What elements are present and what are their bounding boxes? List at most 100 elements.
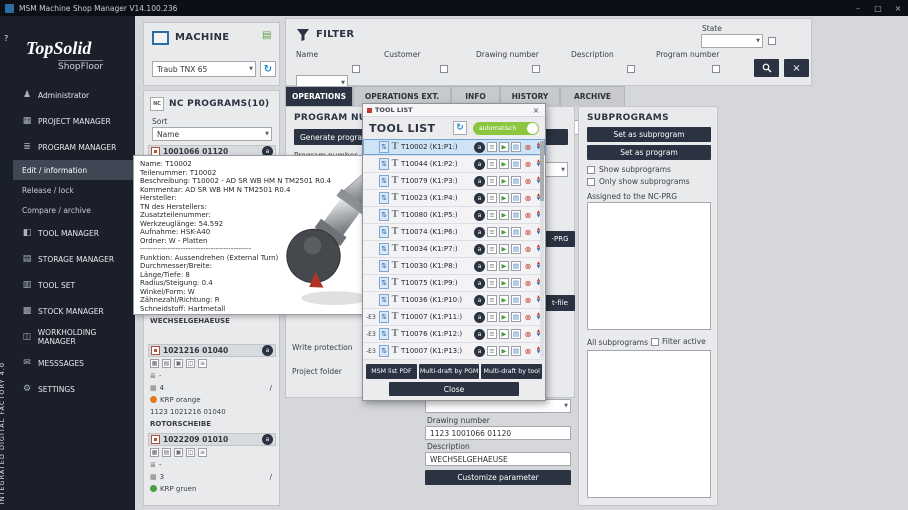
draft-icon[interactable]: ▶ <box>499 193 509 203</box>
remove-icon[interactable]: ⊗ <box>523 194 533 203</box>
draft-icon[interactable]: ▶ <box>499 159 509 169</box>
sync-icon[interactable]: a <box>262 434 273 445</box>
list-doc-icon[interactable]: ≡ <box>487 329 497 339</box>
info-doc-icon[interactable]: ▤ <box>511 210 521 220</box>
sidebar-item-workholding-manager[interactable]: ◫WORKHOLDING MANAGER <box>13 324 135 350</box>
clear-filter-button[interactable]: × <box>784 59 809 77</box>
tool-row[interactable]: ⇅TT10036 (K1:P10:)a≡▶▤⊗▲▼ <box>363 292 545 309</box>
multi-draft-by-tool-button[interactable]: Multi-draft by tool <box>481 364 542 379</box>
all-subprograms-listbox[interactable] <box>587 350 711 498</box>
program-item-header[interactable]: 1022209 01010 a <box>148 433 276 446</box>
sidebar-item-administrator[interactable]: ♟Administrator <box>13 82 135 108</box>
position-icon[interactable]: ⇅ <box>379 175 389 187</box>
position-icon[interactable]: ⇅ <box>379 345 389 357</box>
multi-draft-by-pgm-button[interactable]: Multi-draft by PGM <box>419 364 480 379</box>
print-icon[interactable]: ▣ <box>174 448 183 457</box>
sidebar-item-tool-set[interactable]: ▥TOOL SET <box>13 272 135 298</box>
tab-operations[interactable]: OPERATIONS <box>285 86 353 106</box>
doc-icon[interactable]: ▤ <box>162 448 171 457</box>
info-doc-icon[interactable]: ▤ <box>511 295 521 305</box>
sync-icon[interactable]: a <box>474 159 485 170</box>
set-as-program-button[interactable]: Set as program <box>587 145 711 160</box>
minimize-button[interactable]: – <box>848 0 868 16</box>
info-doc-icon[interactable]: ▤ <box>511 159 521 169</box>
filter-customer-checkbox[interactable] <box>440 65 448 73</box>
tool-row[interactable]: -E3⇅TT10007 (K1:P13:)a≡▶▤⊗▲▼ <box>363 343 545 360</box>
sidebar-item-program-manager[interactable]: ≣PROGRAM MANAGER <box>13 134 135 160</box>
sync-icon[interactable]: a <box>474 176 485 187</box>
sync-icon[interactable]: a <box>474 295 485 306</box>
remove-icon[interactable]: ⊗ <box>523 211 533 220</box>
draft-icon[interactable]: ▶ <box>499 329 509 339</box>
list-doc-icon[interactable]: ≡ <box>487 346 497 356</box>
sidebar-item-messages[interactable]: ✉MESSSAGES <box>13 350 135 376</box>
tool-list-refresh-button[interactable]: ↻ <box>453 121 467 135</box>
position-icon[interactable]: ⇅ <box>379 192 389 204</box>
info-doc-icon[interactable]: ▤ <box>511 193 521 203</box>
info-doc-icon[interactable]: ▤ <box>511 312 521 322</box>
info-doc-icon[interactable]: ▤ <box>511 176 521 186</box>
position-icon[interactable]: ⇅ <box>379 277 389 289</box>
dialog-close-icon[interactable]: × <box>531 106 541 115</box>
tool-row[interactable]: ⇅TT10002 (K1:P1:)a≡▶▤⊗▲▼ <box>363 139 545 156</box>
tool-row[interactable]: -E3⇅TT10076 (K1:P12:)a≡▶▤⊗▲▼ <box>363 326 545 343</box>
search-button[interactable] <box>754 59 779 77</box>
info-doc-icon[interactable]: ▤ <box>511 346 521 356</box>
assigned-listbox[interactable] <box>587 202 711 330</box>
tool-row[interactable]: ⇅TT10079 (K1:P3:)a≡▶▤⊗▲▼ <box>363 173 545 190</box>
draft-icon[interactable]: ▶ <box>499 261 509 271</box>
info-doc-icon[interactable]: ▤ <box>511 261 521 271</box>
position-icon[interactable]: ⇅ <box>379 243 389 255</box>
filter-drawing-checkbox[interactable] <box>532 65 540 73</box>
remove-icon[interactable]: ⊗ <box>523 262 533 271</box>
structure-icon[interactable]: ▦ <box>150 359 159 368</box>
info-doc-icon[interactable]: ▤ <box>511 329 521 339</box>
scrollbar[interactable] <box>540 141 544 358</box>
state-checkbox[interactable] <box>768 37 776 45</box>
filter-description-checkbox[interactable] <box>627 65 635 73</box>
customize-parameter-button[interactable]: Customize parameter <box>425 470 571 485</box>
description-input[interactable]: WECHSELGEHAEUSE <box>425 452 571 466</box>
remove-icon[interactable]: ⊗ <box>523 347 533 356</box>
tool-row[interactable]: ⇅TT10023 (K1:P4:)a≡▶▤⊗▲▼ <box>363 190 545 207</box>
maximize-button[interactable]: □ <box>868 0 888 16</box>
list-icon[interactable]: ≡ <box>198 448 207 457</box>
tool-row[interactable]: -E3⇅TT10007 (K1:P11:)a≡▶▤⊗▲▼ <box>363 309 545 326</box>
sync-icon[interactable]: a <box>474 210 485 221</box>
sidebar-sub-release-lock[interactable]: Release / lock <box>13 180 135 200</box>
position-icon[interactable]: ⇅ <box>379 311 389 323</box>
draft-icon[interactable]: ▶ <box>499 295 509 305</box>
sort-select[interactable]: Name <box>152 127 272 141</box>
position-icon[interactable]: ⇅ <box>379 158 389 170</box>
show-subprograms-checkbox[interactable] <box>587 166 595 174</box>
sync-icon[interactable]: a <box>474 142 485 153</box>
chart-icon[interactable]: ◫ <box>186 448 195 457</box>
help-icon[interactable]: ? <box>4 34 8 43</box>
sync-icon[interactable]: a <box>474 278 485 289</box>
list-doc-icon[interactable]: ≡ <box>487 312 497 322</box>
draft-icon[interactable]: ▶ <box>499 142 509 152</box>
info-doc-icon[interactable]: ▤ <box>511 244 521 254</box>
position-icon[interactable]: ⇅ <box>379 209 389 221</box>
sync-icon[interactable]: a <box>474 312 485 323</box>
sync-icon[interactable]: a <box>474 244 485 255</box>
state-select[interactable] <box>701 34 763 48</box>
list-icon[interactable]: ≡ <box>198 359 207 368</box>
tool-row[interactable]: ⇅TT10075 (K1:P9:)a≡▶▤⊗▲▼ <box>363 275 545 292</box>
set-as-subprogram-button[interactable]: Set as subprogram <box>587 127 711 142</box>
remove-icon[interactable]: ⊗ <box>523 160 533 169</box>
structure-icon[interactable]: ▦ <box>150 448 159 457</box>
scrollbar-thumb[interactable] <box>540 141 544 201</box>
t-file-button[interactable]: t-file <box>545 295 575 311</box>
only-show-subprograms-checkbox[interactable] <box>587 178 595 186</box>
sync-icon[interactable]: a <box>262 345 273 356</box>
remove-icon[interactable]: ⊗ <box>523 330 533 339</box>
sync-icon[interactable]: a <box>474 329 485 340</box>
sync-icon[interactable]: a <box>474 227 485 238</box>
tool-row[interactable]: ⇅TT10080 (K1:P5:)a≡▶▤⊗▲▼ <box>363 207 545 224</box>
doc-icon[interactable]: ▤ <box>162 359 171 368</box>
chart-icon[interactable]: ◫ <box>186 359 195 368</box>
list-doc-icon[interactable]: ≡ <box>487 261 497 271</box>
sidebar-item-storage-manager[interactable]: ▤STORAGE MANAGER <box>13 246 135 272</box>
sidebar-item-stock-manager[interactable]: ▩STOCK MANAGER <box>13 298 135 324</box>
